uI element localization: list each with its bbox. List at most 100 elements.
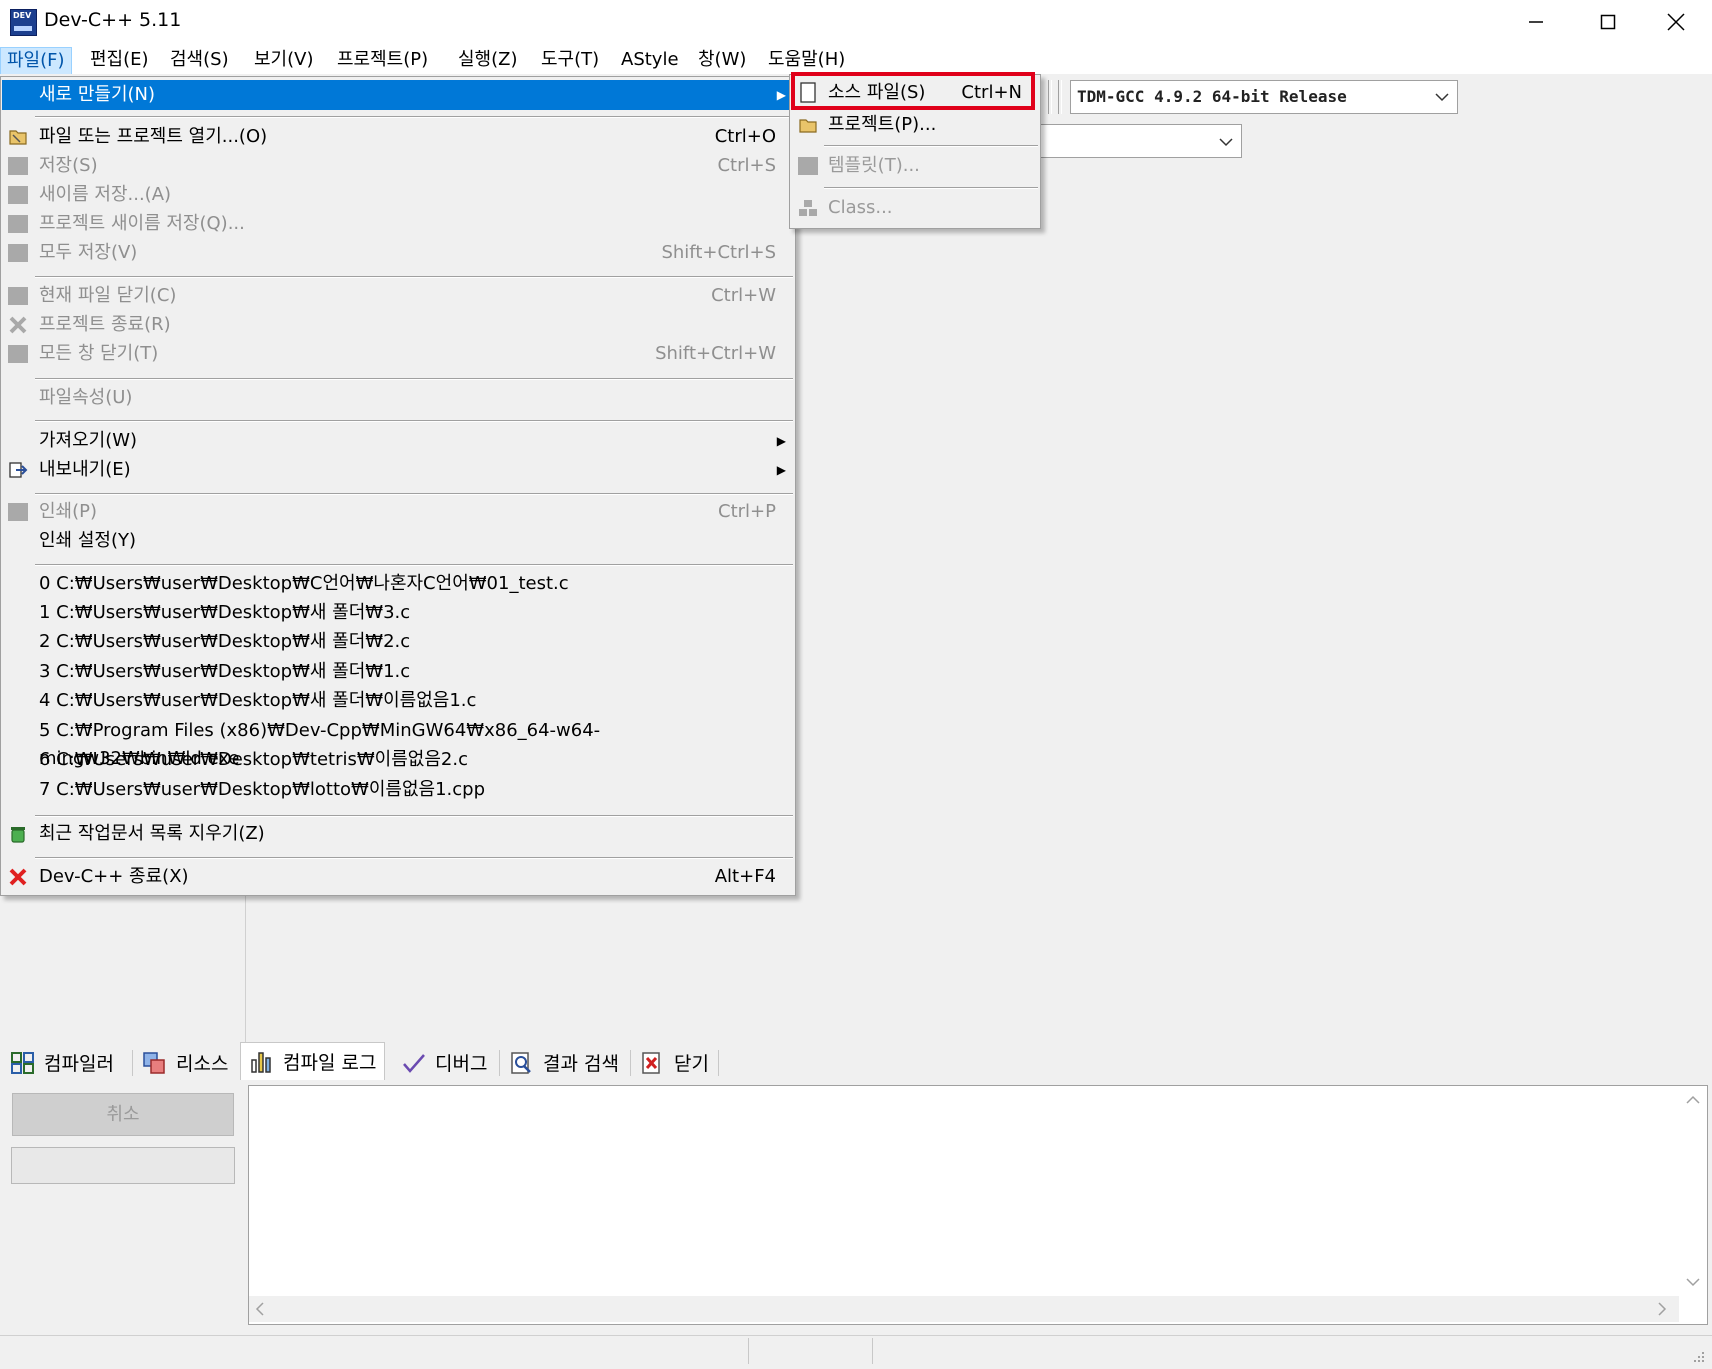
recent-file-item[interactable]: 4 C:₩Users₩user₩Desktop₩새 폴더₩이름없음1.c — [2, 687, 794, 715]
menu-clear-recent[interactable]: 최근 작업문서 목록 지우기(Z) — [2, 820, 794, 848]
tab-debug-label: 디버그 — [435, 1053, 488, 1075]
tab-close-label: 닫기 — [674, 1053, 709, 1075]
compiler-select[interactable]: TDM-GCC 4.9.2 64-bit Release — [1070, 80, 1458, 114]
menu-close-all[interactable]: 모든 창 닫기(T) Shift+Ctrl+W — [2, 340, 794, 368]
submenu-arrow-icon: ▶ — [776, 463, 786, 477]
tab-find-results[interactable]: 결과 검색 — [501, 1046, 627, 1079]
compile-log-area[interactable] — [248, 1085, 1708, 1325]
scroll-left-icon[interactable] — [255, 1301, 265, 1320]
resize-grip-icon[interactable] — [1692, 1348, 1706, 1369]
open-folder-icon — [8, 127, 28, 147]
recent-file-item[interactable]: 6 C:₩Users₩user₩Desktop₩tetris₩이름없음2.c — [2, 746, 794, 774]
recent-file-item[interactable]: 2 C:₩Users₩user₩Desktop₩새 폴더₩2.c — [2, 628, 794, 656]
recent-file-item[interactable]: 5 C:₩Program Files (x86)₩Dev-Cpp₩MinGW64… — [2, 717, 794, 769]
exit-icon — [8, 867, 28, 887]
menu-import[interactable]: 가져오기(W) ▶ — [2, 427, 794, 455]
menu-separator — [35, 857, 793, 859]
menu-separator — [35, 493, 793, 495]
close-project-icon — [8, 315, 28, 335]
menu-view[interactable]: 보기(V) — [248, 47, 319, 73]
submenu-template[interactable]: 템플릿(T)... — [790, 152, 1040, 180]
save-all-icon — [8, 243, 28, 263]
scroll-down-icon[interactable] — [1686, 1272, 1700, 1291]
menu-edit[interactable]: 편집(E) — [84, 47, 155, 73]
menu-astyle[interactable]: AStyle — [615, 47, 685, 73]
app-icon-text: DEV — [13, 11, 32, 20]
menu-exit[interactable]: Dev-C++ 종료(X) Alt+F4 — [2, 863, 794, 891]
tab-compile-log-label: 컴파일 로그 — [283, 1052, 377, 1074]
annotation-highlight-box — [791, 72, 1035, 110]
menu-search[interactable]: 검색(S) — [164, 47, 235, 73]
tab-divider — [630, 1050, 631, 1076]
tab-close[interactable]: 닫기 — [632, 1046, 717, 1079]
tab-compile-log[interactable]: 컴파일 로그 — [240, 1042, 386, 1080]
tab-find-results-label: 결과 검색 — [543, 1053, 619, 1075]
title-bar — [0, 0, 1712, 44]
submenu-arrow-icon: ▶ — [776, 434, 786, 448]
menu-close-project[interactable]: 프로젝트 종료(R) — [2, 311, 794, 339]
menu-tools[interactable]: 도구(T) — [535, 47, 605, 73]
menu-separator — [824, 145, 1038, 147]
recent-file-item[interactable]: 7 C:₩Users₩user₩Desktop₩lotto₩이름없음1.cpp — [2, 776, 794, 804]
scroll-up-icon[interactable] — [1686, 1090, 1700, 1109]
menu-open[interactable]: 파일 또는 프로젝트 열기...(O) Ctrl+O — [2, 123, 794, 151]
menu-new[interactable]: 새로 만들기(N) ▶ — [2, 80, 794, 110]
menu-separator — [35, 420, 793, 422]
save-as-icon — [8, 185, 28, 205]
menu-file[interactable]: 파일(F) — [0, 47, 72, 75]
chevron-down-icon — [1219, 131, 1233, 152]
menu-print-setup[interactable]: 인쇄 설정(Y) — [2, 527, 794, 555]
app-icon[interactable]: DEV — [10, 9, 37, 36]
menu-save-as[interactable]: 새이름 저장...(A) — [2, 181, 794, 209]
menu-help[interactable]: 도움말(H) — [762, 47, 851, 73]
toolbar-separator — [1058, 80, 1062, 114]
menu-print[interactable]: 인쇄(P) Ctrl+P — [2, 498, 794, 526]
submenu-class[interactable]: Class... — [790, 194, 1040, 222]
status-divider — [872, 1338, 873, 1364]
menu-window[interactable]: 창(W) — [692, 47, 752, 73]
menu-project[interactable]: 프로젝트(P) — [331, 47, 434, 73]
recent-file-item[interactable]: 3 C:₩Users₩user₩Desktop₩새 폴더₩1.c — [2, 658, 794, 686]
close-file-icon — [8, 286, 28, 306]
cancel-button[interactable]: 취소 — [12, 1093, 234, 1136]
vertical-scrollbar[interactable] — [1680, 1086, 1706, 1300]
close-doc-icon — [642, 1051, 660, 1074]
status-divider — [748, 1338, 749, 1364]
grid-icon — [11, 1051, 34, 1074]
tab-compiler[interactable]: 컴파일러 — [2, 1046, 122, 1079]
maximize-button[interactable] — [1572, 0, 1644, 44]
menu-separator — [35, 116, 793, 118]
status-bar — [0, 1335, 1712, 1366]
maximize-icon — [1600, 14, 1616, 30]
scroll-right-icon[interactable] — [1657, 1301, 1667, 1320]
save-project-icon — [8, 214, 28, 234]
menu-execute[interactable]: 실행(Z) — [452, 47, 524, 73]
submenu-arrow-icon: ▶ — [776, 88, 786, 102]
menu-save-all[interactable]: 모두 저장(V) Shift+Ctrl+S — [2, 239, 794, 267]
menu-export[interactable]: 내보내기(E) ▶ — [2, 456, 794, 484]
menu-file-properties[interactable]: 파일속성(U) — [2, 384, 794, 412]
compile-progress-bar — [11, 1147, 235, 1184]
tab-divider — [718, 1050, 719, 1076]
close-button[interactable] — [1640, 0, 1712, 44]
minimize-button[interactable] — [1500, 0, 1572, 44]
minimize-icon — [1529, 21, 1543, 23]
recent-file-item[interactable]: 0 C:₩Users₩user₩Desktop₩C언어₩나혼자C언어₩01_te… — [2, 570, 794, 598]
menu-save-project-as[interactable]: 프로젝트 새이름 저장(Q)... — [2, 210, 794, 238]
export-icon — [8, 460, 28, 480]
submenu-project[interactable]: 프로젝트(P)... — [790, 111, 1040, 139]
toolbar-separator — [1048, 80, 1052, 114]
menu-save[interactable]: 저장(S) Ctrl+S — [2, 152, 794, 180]
horizontal-scrollbar[interactable] — [249, 1296, 1679, 1322]
recent-file-item[interactable]: 1 C:₩Users₩user₩Desktop₩새 폴더₩3.c — [2, 599, 794, 627]
check-icon — [403, 1053, 425, 1073]
menu-separator — [35, 815, 793, 817]
chevron-down-icon — [1435, 81, 1449, 113]
print-icon — [8, 502, 28, 522]
tab-resources[interactable]: 리소스 — [134, 1046, 236, 1079]
menu-close-file[interactable]: 현재 파일 닫기(C) Ctrl+W — [2, 282, 794, 310]
trash-icon — [8, 824, 28, 844]
class-select[interactable] — [1040, 124, 1242, 158]
menu-separator — [35, 564, 793, 566]
tab-debug[interactable]: 디버그 — [393, 1046, 495, 1079]
